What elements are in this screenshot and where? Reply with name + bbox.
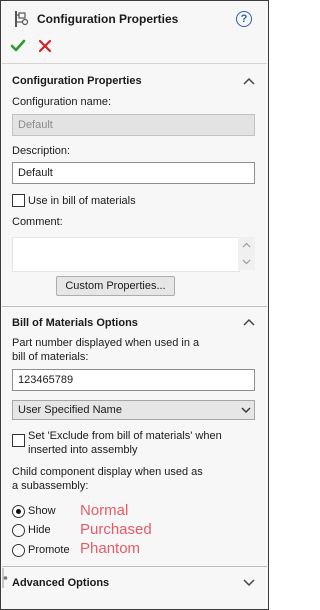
section-header-configuration-properties: Configuration Properties xyxy=(12,75,142,87)
radio-hide-label[interactable]: Hide xyxy=(28,524,51,536)
radio-promote-label[interactable]: Promote xyxy=(28,544,70,556)
description-label: Description: xyxy=(12,145,71,157)
property-manager-panel: Configuration Properties ? Configuration… xyxy=(0,0,269,610)
section-divider xyxy=(2,566,267,567)
comment-scrollbar[interactable] xyxy=(238,237,255,270)
scroll-up-arrow-icon[interactable] xyxy=(242,242,251,248)
configuration-icon xyxy=(15,11,29,27)
chevron-up-icon[interactable] xyxy=(243,318,255,326)
radio-show[interactable] xyxy=(12,505,25,518)
radio-promote[interactable] xyxy=(12,544,25,557)
annotation-purchased: Purchased xyxy=(80,521,152,538)
annotation-phantom: Phantom xyxy=(80,540,141,557)
panel-title: Configuration Properties xyxy=(37,12,179,26)
name-source-selected: User Specified Name xyxy=(18,404,122,416)
cancel-x-icon[interactable] xyxy=(38,39,52,53)
chevron-down-icon xyxy=(241,407,251,413)
part-number-label-line1: Part number displayed when used in a xyxy=(12,337,200,349)
exclude-from-bom-checkbox[interactable] xyxy=(12,434,25,447)
radio-show-label[interactable]: Show xyxy=(28,505,56,517)
panel-resize-grip-icon[interactable] xyxy=(1,567,10,589)
scroll-down-arrow-icon[interactable] xyxy=(242,259,251,265)
name-source-dropdown[interactable]: User Specified Name xyxy=(12,400,255,420)
child-display-label-line2: a subassembly: xyxy=(12,480,89,492)
header-divider xyxy=(2,63,267,64)
part-number-field[interactable]: 123465789 xyxy=(12,369,255,391)
part-number-label-line2: bill of materials: xyxy=(12,351,89,363)
use-in-bom-label: Use in bill of materials xyxy=(28,195,136,207)
annotation-normal: Normal xyxy=(80,502,129,519)
use-in-bom-checkbox[interactable] xyxy=(12,194,25,207)
comment-field[interactable] xyxy=(12,237,240,272)
custom-properties-button[interactable]: Custom Properties... xyxy=(56,276,175,296)
section-divider xyxy=(2,306,267,307)
configuration-name-field[interactable]: Default xyxy=(12,114,255,136)
section-header-bom-options: Bill of Materials Options xyxy=(12,317,138,329)
configuration-name-label: Configuration name: xyxy=(12,96,112,108)
comment-label: Comment: xyxy=(12,216,63,228)
section-header-advanced-options[interactable]: Advanced Options xyxy=(12,577,109,589)
chevron-down-icon[interactable] xyxy=(243,579,255,587)
description-field[interactable]: Default xyxy=(12,162,255,184)
exclude-label-line2: inserted into assembly xyxy=(28,444,138,456)
ok-checkmark-icon[interactable] xyxy=(10,38,26,54)
exclude-label-line1: Set 'Exclude from bill of materials' whe… xyxy=(28,430,222,442)
chevron-up-icon[interactable] xyxy=(243,77,255,85)
help-icon[interactable]: ? xyxy=(236,11,252,27)
radio-hide[interactable] xyxy=(12,524,25,537)
child-display-label-line1: Child component display when used as xyxy=(12,466,203,478)
